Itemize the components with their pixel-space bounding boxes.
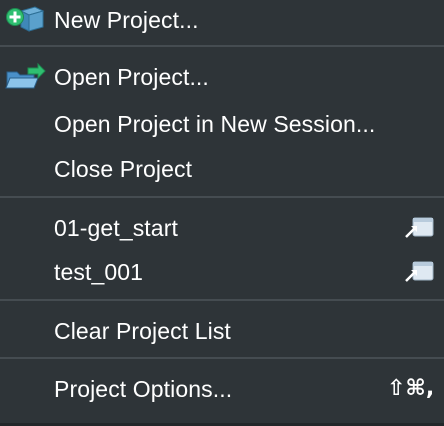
open-in-new-window-icon[interactable] (400, 258, 438, 286)
menu-item-label: Clear Project List (54, 318, 231, 344)
menu-item-recent-project[interactable]: 01-get_start (0, 208, 444, 248)
menu-item-label: Project Options... (54, 376, 233, 402)
menu-item-label: Close Project (54, 156, 193, 182)
menu-separator (0, 45, 444, 47)
menu-item-new-project[interactable]: New Project... (0, 0, 444, 40)
open-folder-icon (4, 61, 46, 93)
project-menu: New Project... Open Project... Open Proj… (0, 0, 444, 426)
open-in-new-window-icon[interactable] (400, 214, 438, 242)
menu-item-label: test_001 (54, 259, 144, 285)
menu-item-close-project[interactable]: Close Project (0, 149, 444, 189)
menu-item-label: 01-get_start (54, 215, 178, 241)
menu-separator (0, 357, 444, 359)
menu-item-label: Open Project... (54, 64, 209, 90)
menu-item-recent-project[interactable]: test_001 (0, 252, 444, 292)
menu-item-label: New Project... (54, 7, 199, 33)
menu-item-open-project-new-session[interactable]: Open Project in New Session... (0, 104, 444, 144)
keyboard-shortcut: ⇧⌘, (387, 376, 435, 401)
menu-item-open-project[interactable]: Open Project... (0, 57, 444, 97)
menu-separator (0, 196, 444, 198)
new-project-icon (4, 4, 46, 36)
menu-item-clear-project-list[interactable]: Clear Project List (0, 311, 444, 351)
menu-item-project-options[interactable]: Project Options... ⇧⌘, (0, 369, 444, 409)
menu-item-label: Open Project in New Session... (54, 111, 376, 137)
menu-separator (0, 299, 444, 301)
